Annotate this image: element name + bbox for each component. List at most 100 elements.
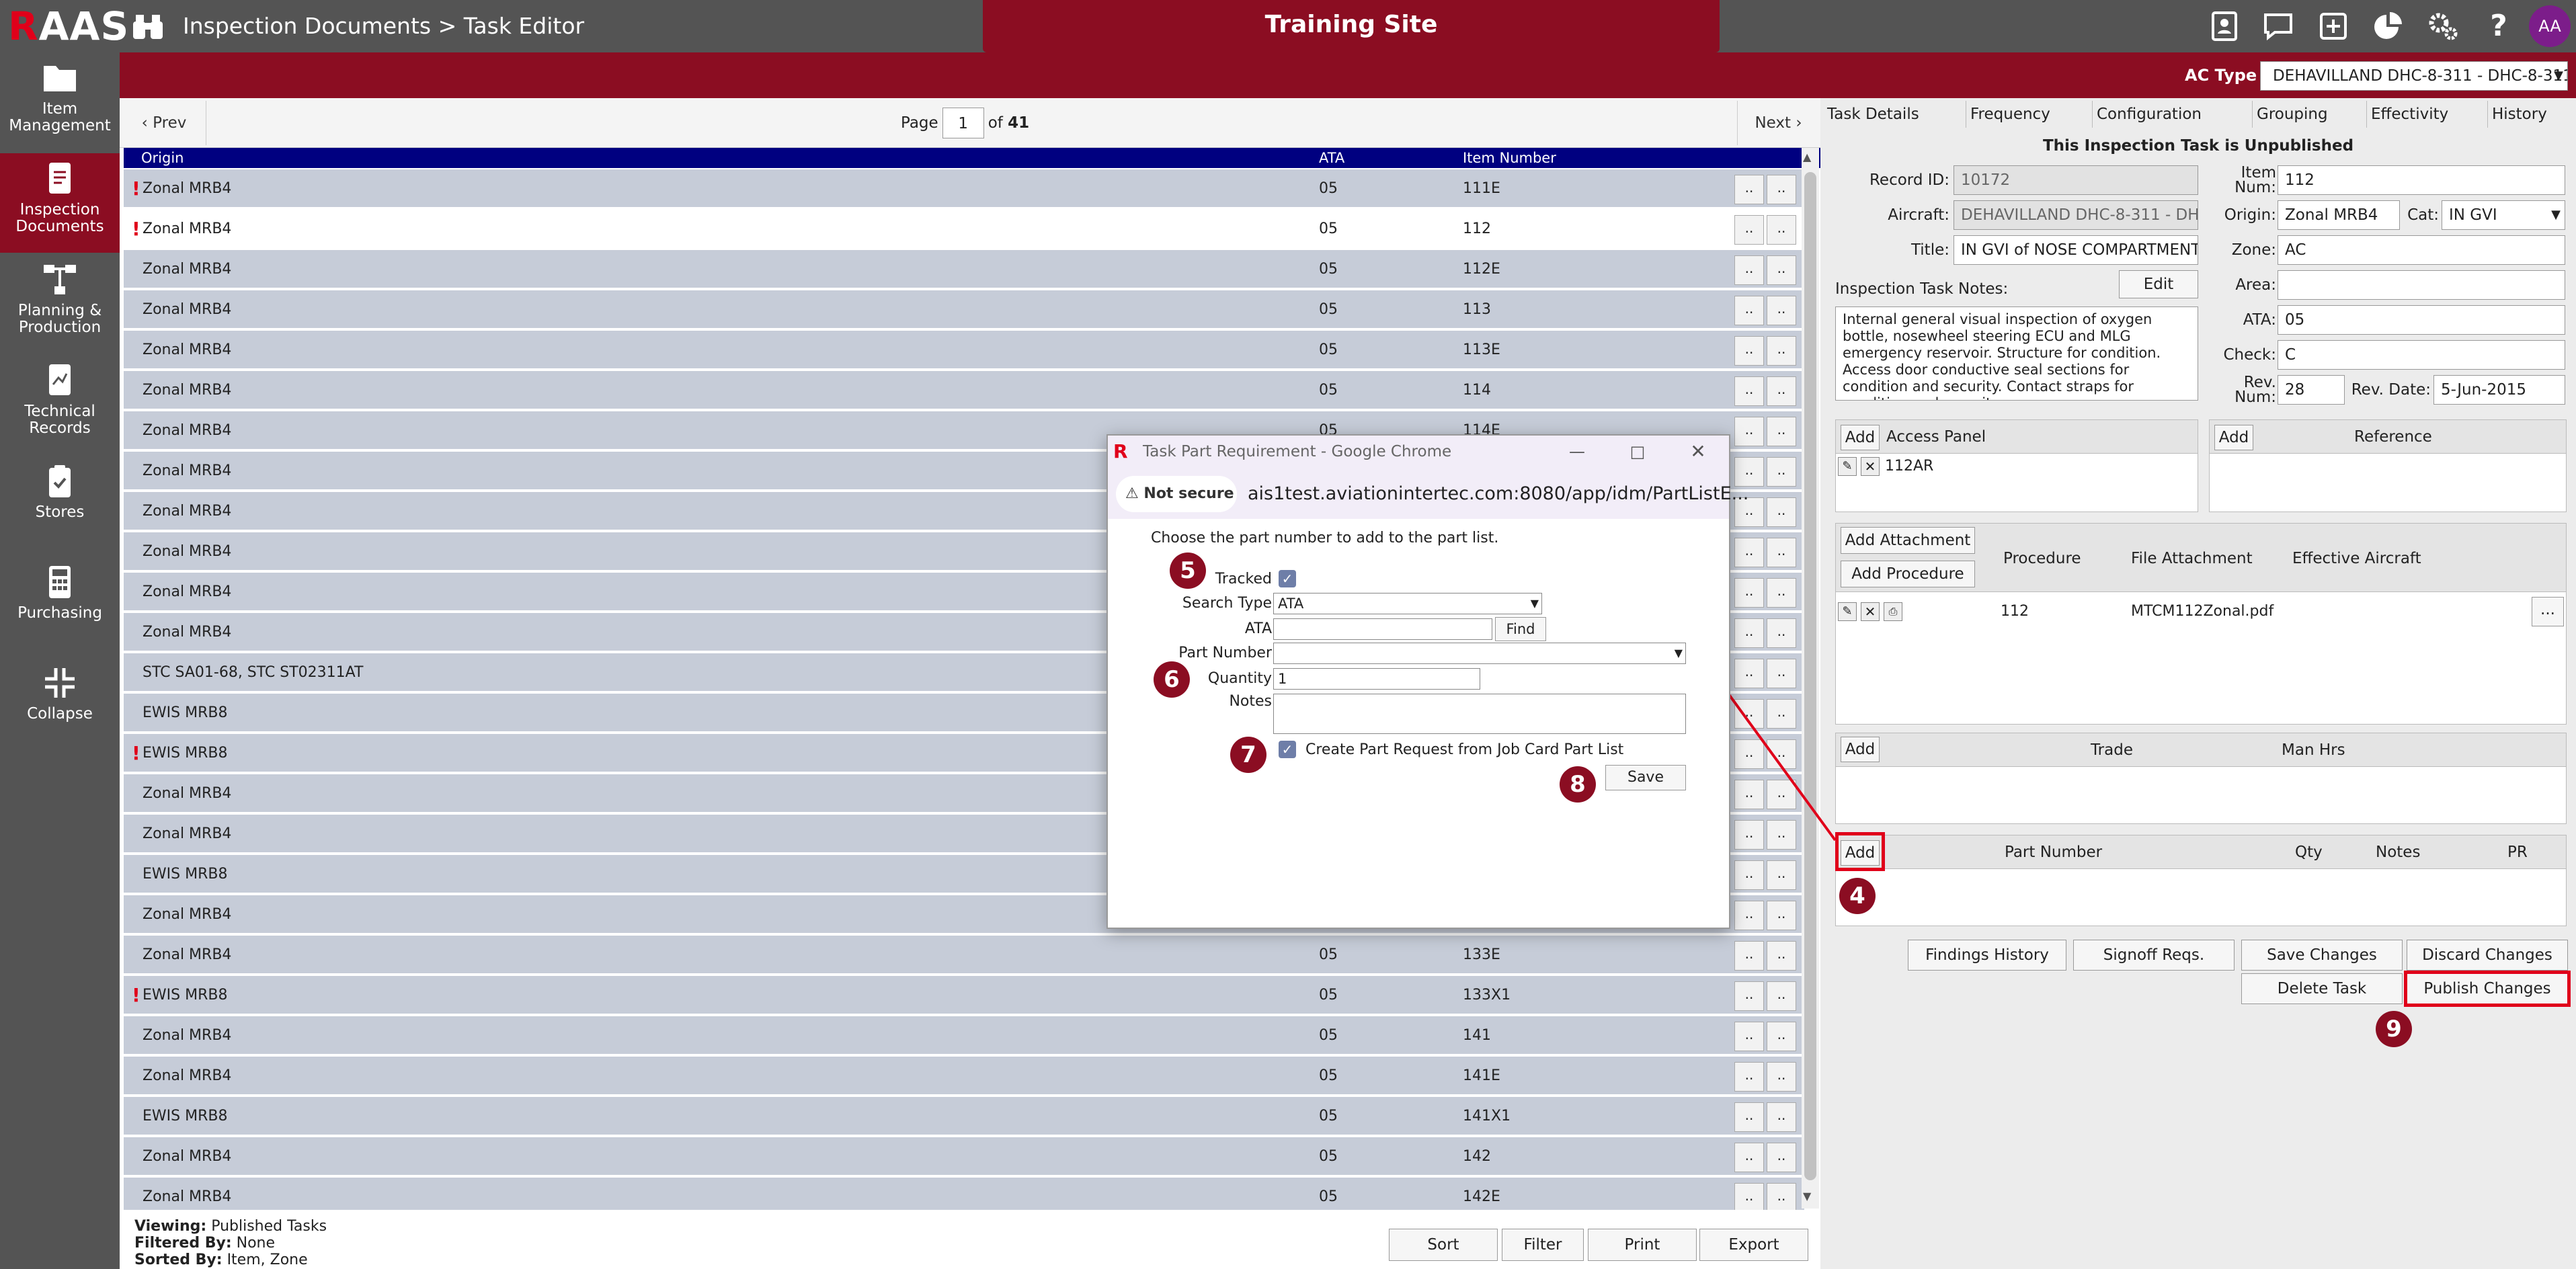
add-access-panel-button[interactable]: Add <box>1841 425 1880 450</box>
table-row[interactable]: Zonal MRB4 05 113E.... <box>124 331 1804 370</box>
col-ata[interactable]: ATA <box>1319 148 1344 168</box>
row-action-button[interactable]: .. <box>1767 901 1796 930</box>
close-icon[interactable]: ✕ <box>1685 436 1712 468</box>
title-field[interactable]: IN GVI of NOSE COMPARTMENT <box>1954 235 2198 265</box>
row-action-button[interactable]: .. <box>1734 1183 1764 1213</box>
row-action-button[interactable]: .. <box>1734 901 1764 930</box>
row-action-button[interactable]: .. <box>1767 336 1796 366</box>
row-action-button[interactable]: .. <box>1734 1062 1764 1092</box>
row-action-button[interactable]: .. <box>1734 215 1764 245</box>
row-action-button[interactable]: .. <box>1767 417 1796 446</box>
maximize-icon[interactable]: □ <box>1624 436 1651 468</box>
print-icon[interactable]: ⎙ <box>1884 602 1902 621</box>
access-panel-item[interactable]: 112AR <box>1885 457 1933 476</box>
nav-collapse[interactable]: Collapse <box>0 657 120 757</box>
delete-icon[interactable]: ✕ <box>1861 457 1880 476</box>
not-secure-chip[interactable]: ⚠ Not secure <box>1116 476 1237 512</box>
row-action-button[interactable]: .. <box>1734 255 1764 285</box>
row-action-button[interactable]: .. <box>1767 215 1796 245</box>
row-action-button[interactable]: .. <box>1767 1102 1796 1132</box>
row-action-button[interactable]: .. <box>1767 1143 1796 1172</box>
table-row[interactable]: EWIS MRB8 05 141X1.... <box>124 1097 1804 1136</box>
sort-button[interactable]: Sort <box>1389 1229 1498 1261</box>
row-action-button[interactable]: .. <box>1767 175 1796 204</box>
edit-icon[interactable]: ✎ <box>1838 457 1857 476</box>
nav-technical-records[interactable]: Technical Records <box>0 355 120 454</box>
quantity-input[interactable]: 1 <box>1273 668 1480 690</box>
row-action-button[interactable]: .. <box>1767 497 1796 527</box>
notes-textarea[interactable]: Internal general visual inspection of ox… <box>1835 306 2198 401</box>
create-pr-checkbox[interactable]: ✓ <box>1279 741 1296 758</box>
row-action-button[interactable]: .. <box>1734 1022 1764 1051</box>
table-row[interactable]: Zonal MRB4 05 114.... <box>124 371 1804 410</box>
table-row[interactable]: Zonal MRB4 05 141E.... <box>124 1057 1804 1096</box>
row-action-button[interactable]: .. <box>1734 941 1764 971</box>
col-origin[interactable]: Origin <box>141 148 184 168</box>
row-action-button[interactable]: .. <box>1734 296 1764 325</box>
edit-icon[interactable]: ✎ <box>1838 602 1857 621</box>
row-action-button[interactable]: .. <box>1734 1102 1764 1132</box>
row-action-button[interactable]: .. <box>1734 618 1764 648</box>
table-row[interactable]: ! Zonal MRB4 05 112.... <box>124 210 1804 249</box>
tab-task-details[interactable]: Task Details <box>1823 101 1919 128</box>
tab-history[interactable]: History <box>2487 101 2547 128</box>
origin-field[interactable]: Zonal MRB4 <box>2278 200 2400 230</box>
table-row[interactable]: Zonal MRB4 05 141.... <box>124 1016 1804 1055</box>
settings-icon[interactable] <box>2427 9 2460 43</box>
nav-stores[interactable]: Stores <box>0 456 120 555</box>
tab-frequency[interactable]: Frequency <box>1966 101 2050 128</box>
page-number-input[interactable]: 1 <box>942 108 984 138</box>
row-action-button[interactable]: .. <box>1767 981 1796 1011</box>
row-action-button[interactable]: .. <box>1767 578 1796 608</box>
prev-page-button[interactable]: ‹ Prev <box>122 101 206 145</box>
chat-icon[interactable] <box>2261 9 2295 43</box>
table-row[interactable]: Zonal MRB4 05 142.... <box>124 1137 1804 1176</box>
signoff-reqs-button[interactable]: Signoff Reqs. <box>2073 940 2235 971</box>
add-trade-button[interactable]: Add <box>1841 737 1880 762</box>
row-action-button[interactable]: .. <box>1767 296 1796 325</box>
nav-inspection-documents[interactable]: Inspection Documents <box>0 153 120 253</box>
search-type-select[interactable]: ATA ▼ <box>1273 593 1542 614</box>
row-action-button[interactable]: .. <box>1734 1143 1764 1172</box>
save-changes-button[interactable]: Save Changes <box>2241 940 2403 971</box>
popup-save-button[interactable]: Save <box>1605 765 1686 790</box>
file-attachment-link[interactable]: MTCM112Zonal.pdf <box>2131 602 2273 621</box>
tab-configuration[interactable]: Configuration <box>2092 101 2202 128</box>
part-number-select[interactable]: ▼ <box>1273 643 1686 664</box>
row-action-button[interactable]: .. <box>1767 618 1796 648</box>
row-action-button[interactable]: .. <box>1767 1022 1796 1051</box>
cat-select[interactable]: IN GVI ▼ <box>2442 200 2565 230</box>
print-button[interactable]: Print <box>1588 1229 1697 1261</box>
ata-field[interactable]: 05 <box>2278 305 2565 335</box>
row-action-button[interactable]: .. <box>1734 860 1764 890</box>
zone-field[interactable]: AC <box>2278 235 2565 265</box>
export-button[interactable]: Export <box>1699 1229 1808 1261</box>
discard-changes-button[interactable]: Discard Changes <box>2407 940 2568 971</box>
delete-task-button[interactable]: Delete Task <box>2241 973 2403 1004</box>
scroll-up-icon[interactable]: ▲ <box>1803 151 1811 163</box>
nav-item-management[interactable]: Item Management <box>0 52 120 152</box>
edit-notes-button[interactable]: Edit <box>2119 270 2198 298</box>
add-icon[interactable] <box>2317 9 2350 43</box>
row-action-button[interactable]: .. <box>1734 417 1764 446</box>
tab-effectivity[interactable]: Effectivity <box>2366 101 2448 128</box>
check-field[interactable]: C <box>2278 340 2565 370</box>
next-page-button[interactable]: Next › <box>1737 101 1819 145</box>
table-row[interactable]: ! EWIS MRB8 05 133X1.... <box>124 976 1804 1015</box>
row-action-button[interactable]: .. <box>1767 376 1796 406</box>
row-action-button[interactable]: .. <box>1734 578 1764 608</box>
table-row[interactable]: Zonal MRB4 05 113.... <box>124 290 1804 329</box>
row-action-button[interactable]: .. <box>1734 376 1764 406</box>
tracked-checkbox[interactable]: ✓ <box>1279 570 1296 587</box>
add-reference-button[interactable]: Add <box>2214 425 2253 450</box>
delete-icon[interactable]: ✕ <box>1861 602 1880 621</box>
row-action-button[interactable]: .. <box>1767 538 1796 567</box>
rev-date-field[interactable]: 5-Jun-2015 <box>2433 375 2565 405</box>
row-action-button[interactable]: .. <box>1734 175 1764 204</box>
area-field[interactable] <box>2278 270 2565 300</box>
nav-purchasing[interactable]: Purchasing <box>0 557 120 656</box>
table-row[interactable]: Zonal MRB4 05 133E.... <box>124 936 1804 975</box>
table-row[interactable]: ! Zonal MRB4 05 111E.... <box>124 169 1804 208</box>
tab-grouping[interactable]: Grouping <box>2252 101 2328 128</box>
attachment-more-button[interactable]: ... <box>2532 597 2564 626</box>
